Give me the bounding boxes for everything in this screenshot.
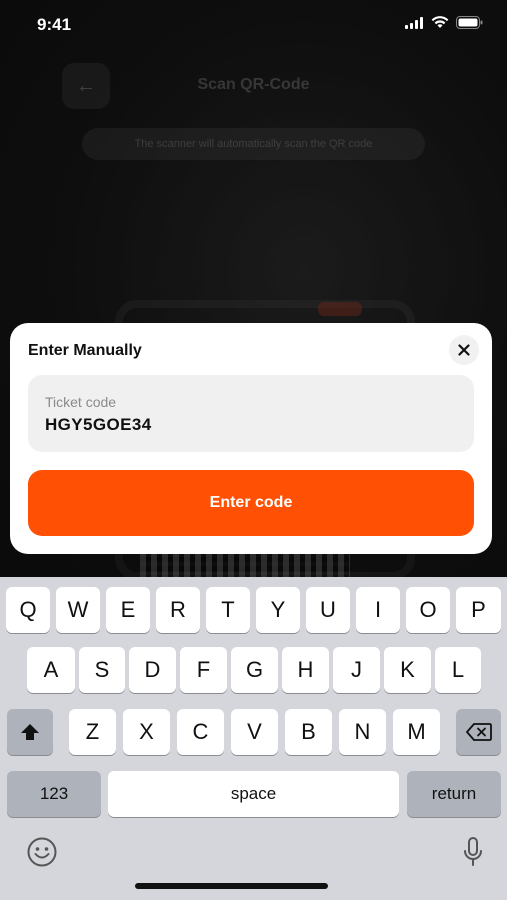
enter-code-button[interactable]: Enter code — [28, 470, 474, 536]
modal-title: Enter Manually — [28, 342, 142, 359]
shift-key[interactable] — [7, 709, 53, 755]
key-s[interactable]: S — [79, 647, 125, 693]
key-t[interactable]: T — [206, 587, 250, 633]
key-z[interactable]: Z — [69, 709, 116, 755]
key-l[interactable]: L — [435, 647, 481, 693]
return-key[interactable]: return — [407, 771, 501, 817]
key-x[interactable]: X — [123, 709, 170, 755]
key-c[interactable]: C — [177, 709, 224, 755]
cellular-signal-icon — [405, 16, 423, 29]
status-bar: 9:41 — [0, 0, 507, 50]
key-v[interactable]: V — [231, 709, 278, 755]
keyboard: Q W E R T Y U I O P A S D F G H J K L Z … — [0, 577, 507, 900]
delete-key[interactable] — [456, 709, 501, 755]
key-d[interactable]: D — [129, 647, 176, 693]
dictation-button[interactable] — [458, 835, 488, 869]
wifi-icon — [431, 16, 449, 28]
enter-manually-modal: Enter Manually Ticket code HGY5GOE34 Ent… — [10, 323, 492, 554]
space-key[interactable]: space — [108, 771, 399, 817]
key-b[interactable]: B — [285, 709, 332, 755]
battery-icon — [456, 16, 483, 29]
key-o[interactable]: O — [406, 587, 450, 633]
ticket-code-input[interactable]: HGY5GOE34 — [45, 415, 152, 435]
shift-icon — [21, 724, 39, 740]
key-n[interactable]: N — [339, 709, 386, 755]
key-a[interactable]: A — [27, 647, 75, 693]
status-icons — [405, 16, 483, 29]
numbers-key[interactable]: 123 — [7, 771, 101, 817]
key-y[interactable]: Y — [256, 587, 300, 633]
key-r[interactable]: R — [156, 587, 200, 633]
key-g[interactable]: G — [231, 647, 278, 693]
page-title: Scan QR-Code — [197, 76, 310, 93]
key-h[interactable]: H — [282, 647, 329, 693]
ticket-code-label: Ticket code — [45, 394, 117, 410]
key-i[interactable]: I — [356, 587, 400, 633]
scanner-hint: The scanner will automatically scan the … — [82, 128, 425, 160]
home-indicator — [135, 883, 328, 889]
emoji-icon — [27, 837, 57, 867]
close-button[interactable] — [449, 335, 479, 365]
key-e[interactable]: E — [106, 587, 150, 633]
microphone-icon — [464, 837, 482, 866]
ticket-code-field[interactable]: Ticket code HGY5GOE34 — [28, 375, 474, 452]
key-k[interactable]: K — [384, 647, 431, 693]
backspace-icon — [465, 723, 492, 741]
key-m[interactable]: M — [393, 709, 440, 755]
key-q[interactable]: Q — [6, 587, 50, 633]
close-icon — [458, 344, 470, 356]
status-time: 9:41 — [37, 15, 72, 34]
key-p[interactable]: P — [456, 587, 501, 633]
key-f[interactable]: F — [180, 647, 227, 693]
key-j[interactable]: J — [333, 647, 380, 693]
emoji-button[interactable] — [25, 835, 59, 869]
key-u[interactable]: U — [306, 587, 350, 633]
key-w[interactable]: W — [56, 587, 100, 633]
